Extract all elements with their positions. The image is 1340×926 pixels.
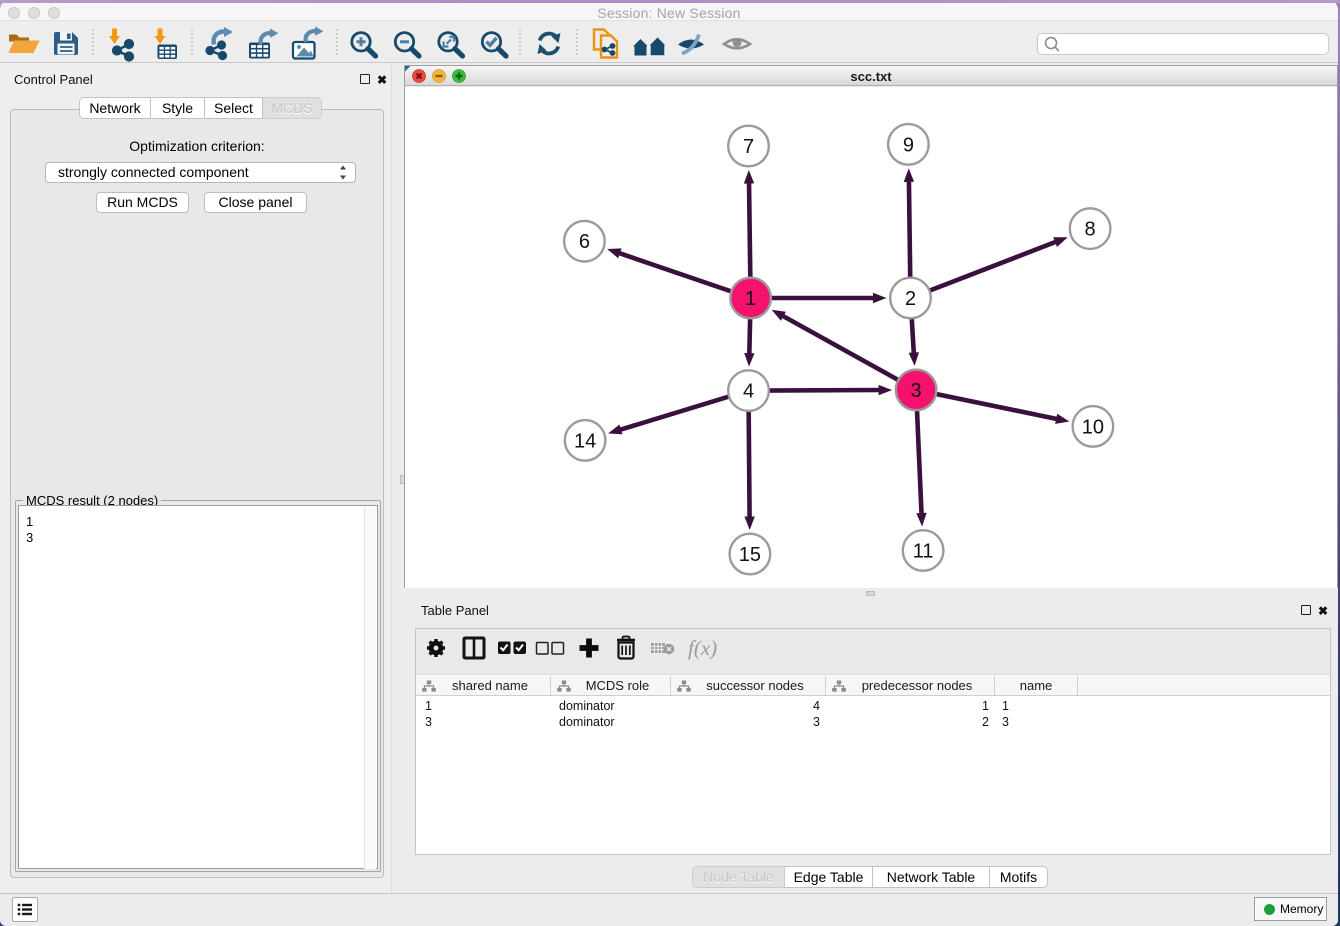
svg-text:3: 3 [911, 380, 922, 402]
svg-text:11: 11 [913, 541, 934, 563]
svg-text:7: 7 [743, 136, 754, 158]
svg-text:4: 4 [743, 381, 754, 403]
svg-text:2: 2 [905, 288, 916, 310]
svg-text:1: 1 [745, 288, 756, 310]
svg-text:14: 14 [574, 430, 596, 452]
svg-text:8: 8 [1085, 219, 1096, 241]
svg-text:6: 6 [579, 231, 590, 253]
svg-text:9: 9 [903, 134, 914, 156]
svg-text:10: 10 [1082, 416, 1104, 438]
svg-text:15: 15 [739, 544, 761, 566]
svg-text:f(x): f(x) [688, 636, 717, 660]
